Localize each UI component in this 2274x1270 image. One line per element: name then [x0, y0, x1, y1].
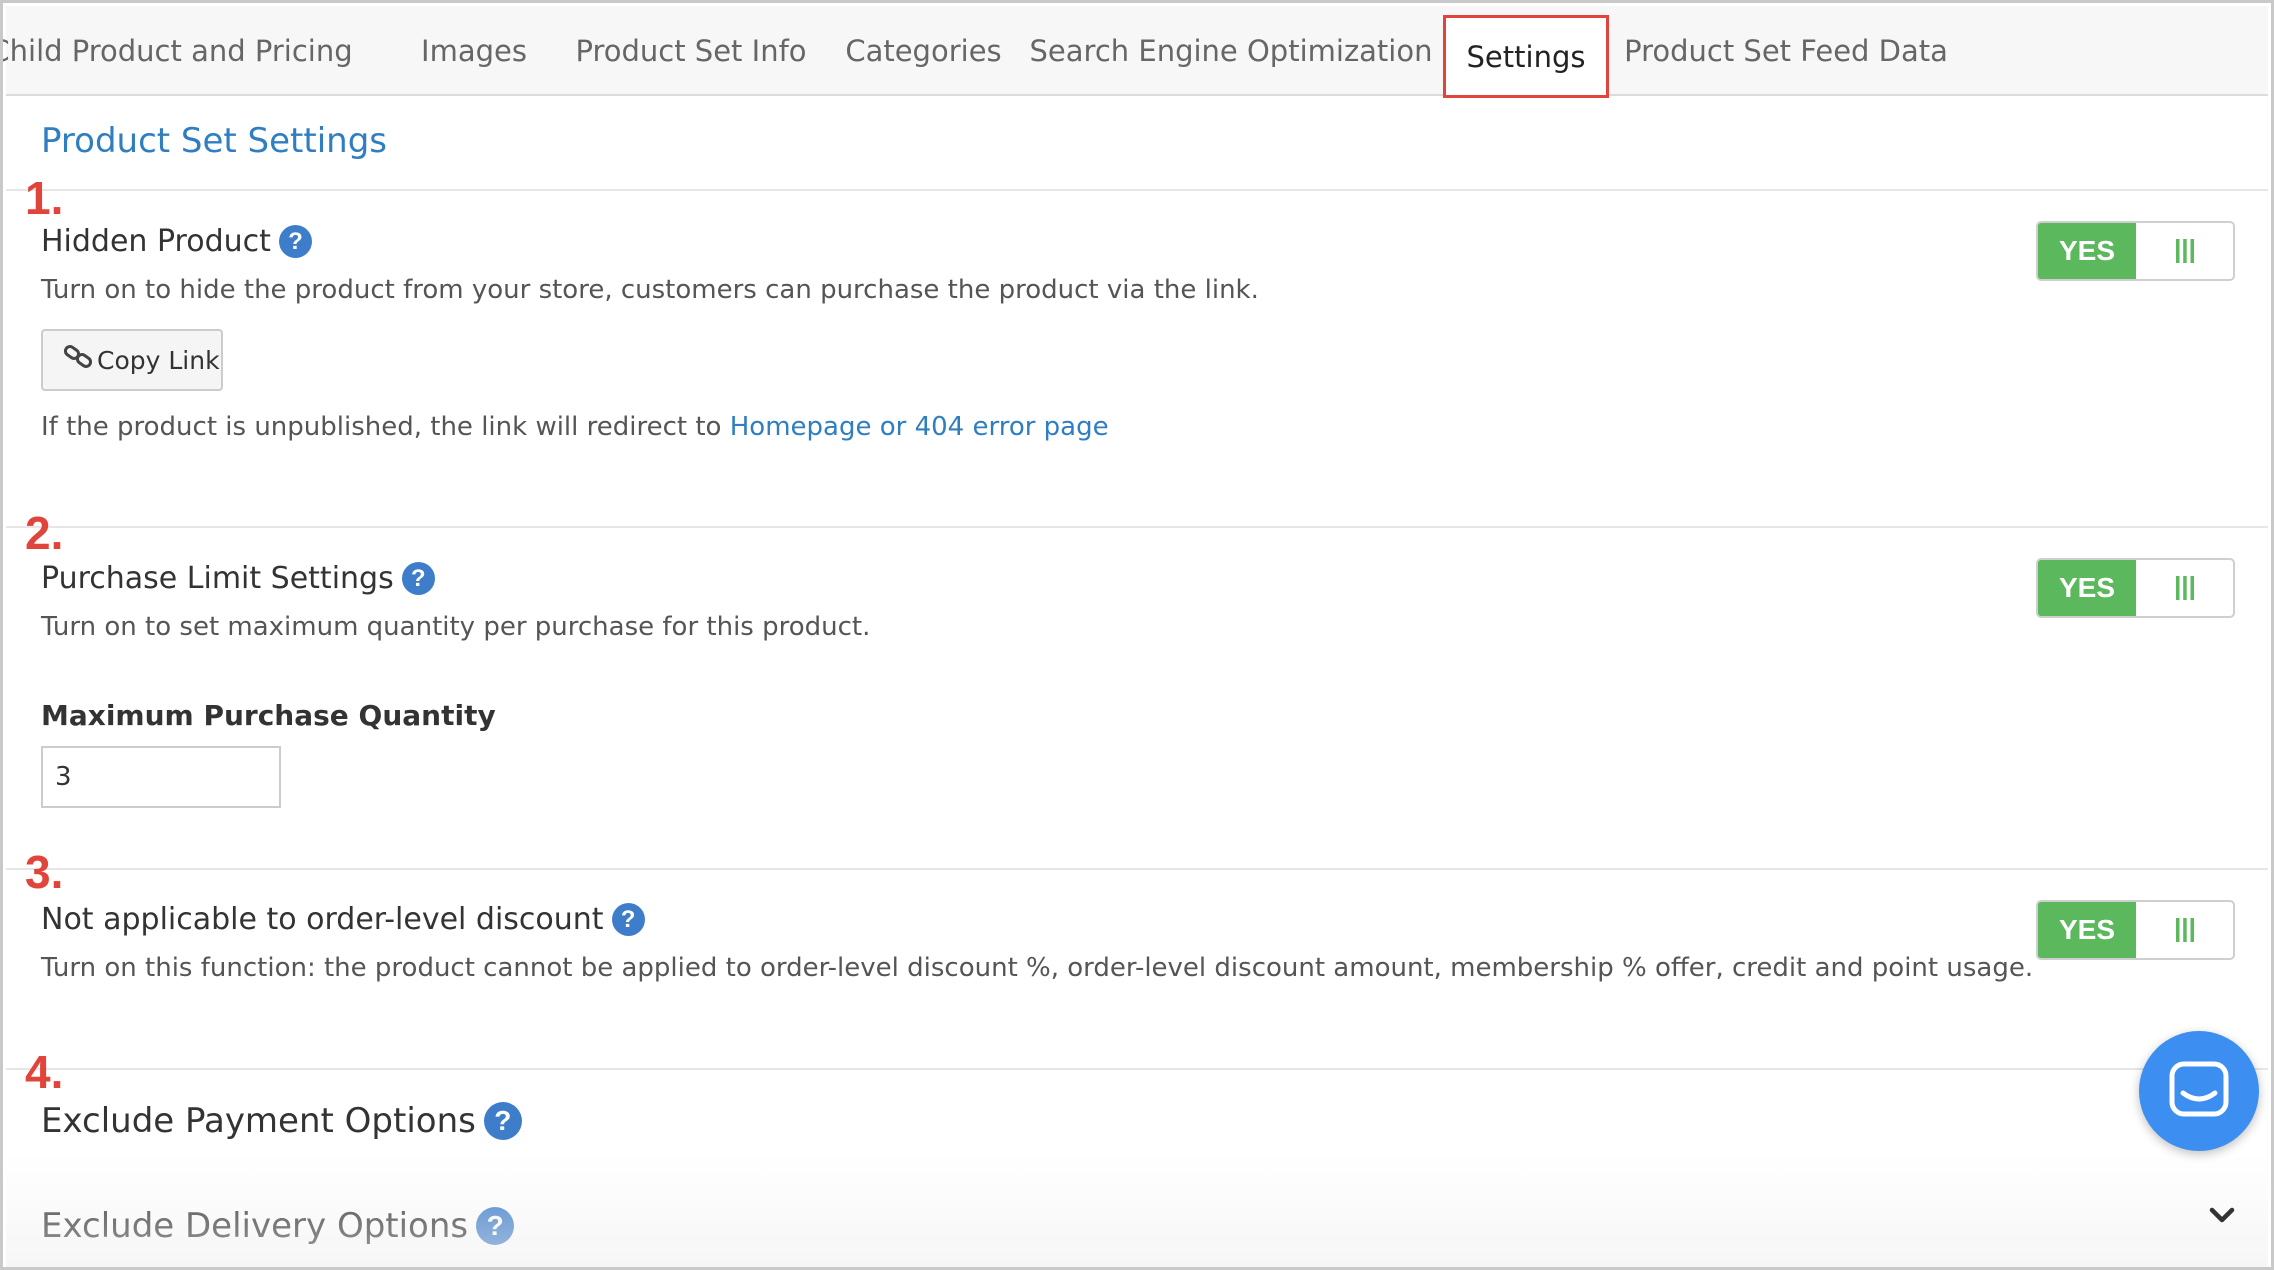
- grip-lines-icon: [2136, 560, 2233, 616]
- link-icon: [63, 344, 97, 376]
- exclude-delivery-label[interactable]: Exclude Delivery Options ?: [41, 1206, 515, 1246]
- tab-settings[interactable]: Settings: [1443, 15, 1609, 98]
- hidden-product-toggle[interactable]: YES: [2036, 221, 2235, 281]
- unpublished-note: If the product is unpublished, the link …: [41, 412, 1109, 442]
- chat-launcher-button[interactable]: [2139, 1031, 2259, 1151]
- tab-images[interactable]: Images: [404, 6, 544, 96]
- divider: [6, 526, 2268, 528]
- tab-child-product-pricing[interactable]: Child Product and Pricing: [3, 6, 353, 96]
- tab-product-set-feed-data[interactable]: Product Set Feed Data: [1624, 6, 1948, 96]
- question-circle-icon[interactable]: ?: [611, 903, 645, 936]
- order-discount-title: Not applicable to order-level discount: [41, 902, 604, 937]
- hidden-product-title: Hidden Product: [41, 224, 271, 259]
- order-discount-toggle[interactable]: YES: [2036, 900, 2235, 960]
- tab-search-engine-optimization[interactable]: Search Engine Optimization: [1030, 6, 1433, 96]
- question-circle-icon[interactable]: ?: [483, 1102, 522, 1140]
- purchase-limit-description: Turn on to set maximum quantity per purc…: [41, 612, 871, 642]
- max-purchase-quantity-input[interactable]: [41, 746, 281, 808]
- toggle-yes-label: YES: [2038, 902, 2136, 958]
- redirect-target-link[interactable]: Homepage or 404 error page: [730, 412, 1109, 442]
- order-discount-label: Not applicable to order-level discount ?: [41, 902, 645, 937]
- divider: [6, 1068, 2268, 1070]
- hidden-product-label: Hidden Product ?: [41, 224, 312, 259]
- copy-link-label: Copy Link: [97, 345, 220, 375]
- unpublished-note-text: If the product is unpublished, the link …: [41, 412, 730, 442]
- divider: [6, 868, 2268, 870]
- grip-lines-icon: [2136, 223, 2233, 279]
- order-discount-description: Turn on this function: the product canno…: [41, 953, 2034, 983]
- exclude-payment-label[interactable]: Exclude Payment Options ?: [41, 1101, 522, 1141]
- hidden-product-description: Turn on to hide the product from your st…: [41, 275, 1259, 305]
- exclude-payment-title[interactable]: Exclude Payment Options: [41, 1101, 476, 1141]
- toggle-yes-label: YES: [2038, 223, 2136, 279]
- step-number: 2.: [25, 507, 64, 559]
- section-title: Product Set Settings: [41, 121, 387, 161]
- tab-categories[interactable]: Categories: [836, 6, 1011, 96]
- copy-link-button[interactable]: Copy Link: [41, 329, 223, 391]
- step-number: 1.: [25, 172, 64, 224]
- purchase-limit-title: Purchase Limit Settings: [41, 561, 394, 596]
- tab-bar: Child Product and Pricing Images Product…: [3, 6, 2268, 98]
- question-circle-icon[interactable]: ?: [476, 1207, 515, 1245]
- exclude-delivery-title[interactable]: Exclude Delivery Options: [41, 1206, 468, 1246]
- divider: [6, 189, 2268, 191]
- purchase-limit-toggle[interactable]: YES: [2036, 558, 2235, 618]
- step-number: 3.: [25, 846, 64, 898]
- question-circle-icon[interactable]: ?: [278, 225, 312, 258]
- chevron-down-icon[interactable]: [2209, 1207, 2235, 1229]
- purchase-limit-label: Purchase Limit Settings ?: [41, 561, 435, 596]
- grip-lines-icon: [2136, 902, 2233, 958]
- settings-page: Child Product and Pricing Images Product…: [0, 0, 2274, 1270]
- tab-product-set-info[interactable]: Product Set Info: [575, 6, 806, 96]
- max-purchase-quantity-label: Maximum Purchase Quantity: [41, 699, 496, 732]
- chat-bubble-icon: [2169, 1061, 2229, 1121]
- step-number: 4.: [25, 1046, 64, 1098]
- question-circle-icon[interactable]: ?: [401, 562, 435, 595]
- toggle-yes-label: YES: [2038, 560, 2136, 616]
